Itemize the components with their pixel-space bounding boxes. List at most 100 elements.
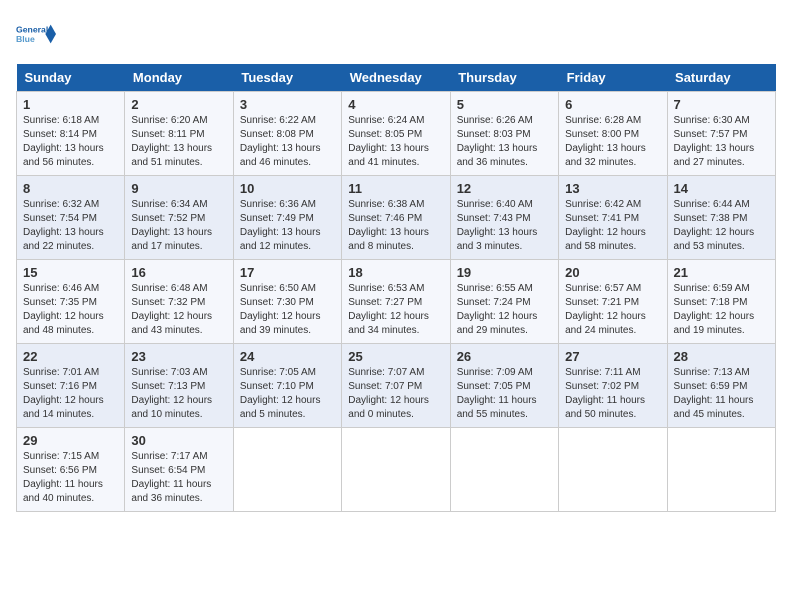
col-header-wednesday: Wednesday [342, 64, 450, 92]
day-info: Sunrise: 6:42 AM Sunset: 7:41 PM Dayligh… [565, 198, 660, 254]
day-number: 9 [131, 181, 226, 196]
calendar-cell: 25Sunrise: 7:07 AM Sunset: 7:07 PM Dayli… [342, 344, 450, 428]
calendar-cell: 30 Sunrise: 7:17 AM Sunset: 6:54 PM Dayli… [125, 428, 233, 512]
calendar-cell: 12 Sunrise: 6:40 AM Sunset: 7:43 PM Dayli… [450, 176, 558, 260]
calendar-cell: 8 Sunrise: 6:32 AM Sunset: 7:54 PM Daylig… [17, 176, 125, 260]
calendar-cell: 11 Sunrise: 6:38 AM Sunset: 7:46 PM Dayli… [342, 176, 450, 260]
calendar-cell [667, 428, 775, 512]
day-info: Sunrise: 6:34 AM Sunset: 7:52 PM Dayligh… [131, 198, 226, 254]
calendar-cell: 7Sunrise: 6:30 AM Sunset: 7:57 PM Daylig… [667, 92, 775, 176]
col-header-thursday: Thursday [450, 64, 558, 92]
day-number: 7 [674, 97, 769, 112]
day-number: 4 [348, 97, 443, 112]
day-number: 20 [565, 265, 660, 280]
calendar-cell: 9 Sunrise: 6:34 AM Sunset: 7:52 PM Daylig… [125, 176, 233, 260]
logo: General Blue [16, 16, 56, 52]
day-number: 26 [457, 349, 552, 364]
day-number: 15 [23, 265, 118, 280]
day-info: Sunrise: 7:09 AM Sunset: 7:05 PM Dayligh… [457, 366, 552, 422]
calendar-week-row: 1 Sunrise: 6:18 AM Sunset: 8:14 PM Daylig… [17, 92, 776, 176]
col-header-tuesday: Tuesday [233, 64, 341, 92]
calendar-cell: 2Sunrise: 6:20 AM Sunset: 8:11 PM Daylig… [125, 92, 233, 176]
calendar-cell: 14 Sunrise: 6:44 AM Sunset: 7:38 PM Dayli… [667, 176, 775, 260]
day-info: Sunrise: 7:07 AM Sunset: 7:07 PM Dayligh… [348, 366, 443, 422]
day-number: 23 [131, 349, 226, 364]
calendar-cell: 20 Sunrise: 6:57 AM Sunset: 7:21 PM Dayli… [559, 260, 667, 344]
calendar-header-row: SundayMondayTuesdayWednesdayThursdayFrid… [17, 64, 776, 92]
calendar-cell: 24 Sunrise: 7:05 AM Sunset: 7:10 PM Dayli… [233, 344, 341, 428]
day-number: 12 [457, 181, 552, 196]
day-number: 24 [240, 349, 335, 364]
calendar-cell: 5Sunrise: 6:26 AM Sunset: 8:03 PM Daylig… [450, 92, 558, 176]
day-info: Sunrise: 6:32 AM Sunset: 7:54 PM Dayligh… [23, 198, 118, 254]
day-number: 1 [23, 97, 118, 112]
calendar-cell: 27 Sunrise: 7:11 AM Sunset: 7:02 PM Dayli… [559, 344, 667, 428]
day-number: 6 [565, 97, 660, 112]
calendar-cell: 21Sunrise: 6:59 AM Sunset: 7:18 PM Dayli… [667, 260, 775, 344]
day-info: Sunrise: 7:05 AM Sunset: 7:10 PM Dayligh… [240, 366, 335, 422]
calendar-cell [450, 428, 558, 512]
day-info: Sunrise: 7:03 AM Sunset: 7:13 PM Dayligh… [131, 366, 226, 422]
day-number: 8 [23, 181, 118, 196]
day-info: Sunrise: 7:13 AM Sunset: 6:59 PM Dayligh… [674, 366, 769, 422]
calendar-week-row: 15 Sunrise: 6:46 AM Sunset: 7:35 PM Dayli… [17, 260, 776, 344]
day-info: Sunrise: 6:44 AM Sunset: 7:38 PM Dayligh… [674, 198, 769, 254]
calendar-cell: 22Sunrise: 7:01 AM Sunset: 7:16 PM Dayli… [17, 344, 125, 428]
day-number: 3 [240, 97, 335, 112]
day-info: Sunrise: 6:20 AM Sunset: 8:11 PM Dayligh… [131, 114, 226, 170]
calendar-cell: 15 Sunrise: 6:46 AM Sunset: 7:35 PM Dayli… [17, 260, 125, 344]
calendar-cell: 29 Sunrise: 7:15 AM Sunset: 6:56 PM Dayli… [17, 428, 125, 512]
calendar-week-row: 8 Sunrise: 6:32 AM Sunset: 7:54 PM Daylig… [17, 176, 776, 260]
day-info: Sunrise: 6:38 AM Sunset: 7:46 PM Dayligh… [348, 198, 443, 254]
day-info: Sunrise: 6:18 AM Sunset: 8:14 PM Dayligh… [23, 114, 118, 170]
day-info: Sunrise: 6:55 AM Sunset: 7:24 PM Dayligh… [457, 282, 552, 338]
day-info: Sunrise: 6:50 AM Sunset: 7:30 PM Dayligh… [240, 282, 335, 338]
logo-icon: General Blue [16, 16, 56, 52]
calendar-cell: 10Sunrise: 6:36 AM Sunset: 7:49 PM Dayli… [233, 176, 341, 260]
svg-text:Blue: Blue [16, 34, 35, 44]
day-number: 14 [674, 181, 769, 196]
day-info: Sunrise: 6:22 AM Sunset: 8:08 PM Dayligh… [240, 114, 335, 170]
day-info: Sunrise: 6:46 AM Sunset: 7:35 PM Dayligh… [23, 282, 118, 338]
calendar-cell: 28 Sunrise: 7:13 AM Sunset: 6:59 PM Dayli… [667, 344, 775, 428]
day-info: Sunrise: 7:15 AM Sunset: 6:56 PM Dayligh… [23, 450, 118, 506]
calendar-cell: 3 Sunrise: 6:22 AM Sunset: 8:08 PM Daylig… [233, 92, 341, 176]
day-number: 16 [131, 265, 226, 280]
day-info: Sunrise: 6:28 AM Sunset: 8:00 PM Dayligh… [565, 114, 660, 170]
day-number: 27 [565, 349, 660, 364]
calendar-cell: 13 Sunrise: 6:42 AM Sunset: 7:41 PM Dayli… [559, 176, 667, 260]
calendar-cell [559, 428, 667, 512]
calendar-table: SundayMondayTuesdayWednesdayThursdayFrid… [16, 64, 776, 512]
page-header: General Blue [16, 16, 776, 52]
day-number: 18 [348, 265, 443, 280]
day-info: Sunrise: 7:01 AM Sunset: 7:16 PM Dayligh… [23, 366, 118, 422]
calendar-cell: 1 Sunrise: 6:18 AM Sunset: 8:14 PM Daylig… [17, 92, 125, 176]
day-number: 11 [348, 181, 443, 196]
day-info: Sunrise: 6:57 AM Sunset: 7:21 PM Dayligh… [565, 282, 660, 338]
col-header-saturday: Saturday [667, 64, 775, 92]
calendar-cell: 26 Sunrise: 7:09 AM Sunset: 7:05 PM Dayli… [450, 344, 558, 428]
day-info: Sunrise: 6:24 AM Sunset: 8:05 PM Dayligh… [348, 114, 443, 170]
day-info: Sunrise: 7:11 AM Sunset: 7:02 PM Dayligh… [565, 366, 660, 422]
day-number: 17 [240, 265, 335, 280]
day-info: Sunrise: 6:36 AM Sunset: 7:49 PM Dayligh… [240, 198, 335, 254]
col-header-friday: Friday [559, 64, 667, 92]
day-number: 13 [565, 181, 660, 196]
day-info: Sunrise: 7:17 AM Sunset: 6:54 PM Dayligh… [131, 450, 226, 506]
calendar-cell: 23 Sunrise: 7:03 AM Sunset: 7:13 PM Dayli… [125, 344, 233, 428]
day-number: 19 [457, 265, 552, 280]
calendar-cell: 16 Sunrise: 6:48 AM Sunset: 7:32 PM Dayli… [125, 260, 233, 344]
calendar-week-row: 29 Sunrise: 7:15 AM Sunset: 6:56 PM Dayli… [17, 428, 776, 512]
day-info: Sunrise: 6:48 AM Sunset: 7:32 PM Dayligh… [131, 282, 226, 338]
day-number: 29 [23, 433, 118, 448]
day-number: 28 [674, 349, 769, 364]
col-header-monday: Monday [125, 64, 233, 92]
calendar-cell: 6 Sunrise: 6:28 AM Sunset: 8:00 PM Daylig… [559, 92, 667, 176]
calendar-cell: 18 Sunrise: 6:53 AM Sunset: 7:27 PM Dayli… [342, 260, 450, 344]
day-number: 30 [131, 433, 226, 448]
day-info: Sunrise: 6:53 AM Sunset: 7:27 PM Dayligh… [348, 282, 443, 338]
day-info: Sunrise: 6:40 AM Sunset: 7:43 PM Dayligh… [457, 198, 552, 254]
calendar-cell: 19 Sunrise: 6:55 AM Sunset: 7:24 PM Dayli… [450, 260, 558, 344]
calendar-week-row: 22Sunrise: 7:01 AM Sunset: 7:16 PM Dayli… [17, 344, 776, 428]
day-number: 21 [674, 265, 769, 280]
